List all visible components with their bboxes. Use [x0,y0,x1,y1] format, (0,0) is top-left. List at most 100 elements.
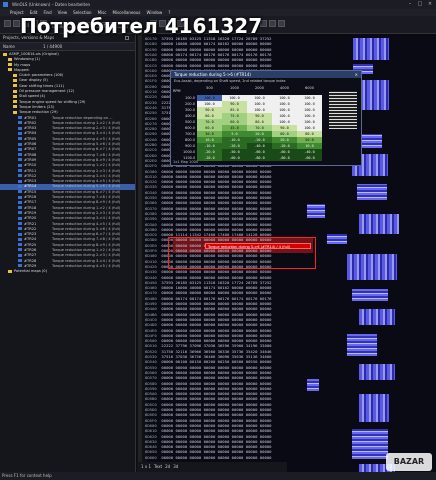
map-thumbnail[interactable] [327,234,347,244]
settings-icon[interactable] [269,20,276,27]
hex-address: 6D450 [145,279,157,285]
map-file-icon [18,169,22,173]
map-thumbnail[interactable] [359,394,389,422]
column-header[interactable]: Name [0,43,40,50]
tree-columns: Name 1 / 44900 [0,43,135,51]
folder-icon [13,100,17,104]
open-icon[interactable] [4,20,11,27]
close-icon[interactable]: × [426,1,434,7]
tree-item-label: Gear shifting times (111) [19,83,65,88]
hex-address: 6D4F0 [145,332,157,338]
tree-item-label: Clutch parameters (106) [19,73,64,78]
tree-item-label: #TR13 [24,179,37,184]
map-cell[interactable]: -80.0 [247,155,272,161]
map-x-tick: 2000 [255,86,264,90]
map-thumbnail[interactable] [347,334,377,356]
hex-values: 00000 00000 00000 00000 00000 00000 0000… [161,433,272,439]
hex-address: 6D630 [145,438,157,444]
hex-address: 6D1E0 [145,73,157,79]
hex-address: 6D400 [145,253,157,259]
map-file-icon [18,116,22,120]
map-cell[interactable]: -60.0 [297,155,322,161]
help-icon[interactable] [278,20,285,27]
folder-icon [3,52,7,56]
hex-address: 6D3D0 [145,237,157,243]
hex-address: 6D570 [145,375,157,381]
hex-values: 00000 00000 00000 00000 00000 00000 0000… [161,417,272,423]
hex-address: 6D490 [145,301,157,306]
map-thumbnail[interactable] [353,38,389,60]
map-x-tick: 500 [206,86,213,90]
hex-values: 00000 10000 40000 00174 00162 00000 0000… [161,41,272,47]
tree-item-label: Windowing (1) [14,57,40,62]
hex-address: 6D3E0 [145,242,157,248]
close-icon[interactable]: × [355,71,358,78]
minimize-icon[interactable]: – [406,1,414,7]
column-header[interactable]: 1 / 44900 [40,43,62,50]
hex-row[interactable]: 6D660 00000 00000 00000 00000 00000 0000… [145,455,272,460]
hex-values: 00000 00000 00000 00000 00000 00000 0000… [161,454,272,460]
hex-values: 00000 00000 00000 00000 00000 00000 0000… [161,301,272,306]
hex-values: 22222 37796 37096 37036 36596 35900 3419… [161,343,272,349]
tree-item-label: #TR04 [24,131,37,136]
view-tab[interactable]: 1 x 1 [141,462,151,472]
map-thumbnail[interactable] [359,309,395,325]
map-thumbnail[interactable] [357,184,387,200]
view-tab[interactable]: Text [154,462,162,472]
hex-address: 6D3C0 [145,232,157,238]
hex-address: 6D330 [145,184,157,190]
map-thumbnail[interactable] [307,204,325,218]
view-tab[interactable]: 2d [165,462,170,472]
map-cell[interactable]: -20.0 [197,155,222,161]
map-thumbnail[interactable] [359,364,395,380]
map-thumbnail[interactable] [307,379,319,391]
hex-address: 6D2D0 [145,152,157,158]
hex-values: 00000 00000 00000 00000 00000 00000 0000… [161,274,272,280]
tree-item-label: Torque engine speed for shifting (29) [19,99,86,104]
hex-values: 00000 00000 00000 00000 00000 00000 0000… [161,444,272,450]
hex-values: 00000 00000 00000 00000 00000 00000 0000… [161,189,272,195]
hex-address: 6D180 [145,41,157,47]
hex-address: 6D5F0 [145,417,157,423]
window-title: WinOLS (Unknown) – Daten bearbeiten [12,2,91,7]
save-icon[interactable] [13,20,20,27]
map-file-icon [18,232,22,236]
hex-values: 00000 00000 00000 00000 00000 00000 0000… [161,385,272,391]
tree-item-label: #TR20 [24,216,37,221]
map-file-icon [18,179,22,183]
hex-address: 6D1F0 [145,78,157,84]
hex-values: 00000 00000 00000 00000 00000 00000 0000… [161,412,272,418]
map-thumbnail[interactable] [352,429,388,459]
map-tooltip: Torque reduction during 5->6 (#TR14) / 4… [205,243,311,249]
folder-icon [13,78,17,82]
folder-icon [8,63,12,67]
selection-outline [168,237,316,269]
folder-icon [8,57,12,61]
map-thumbnail[interactable] [352,289,388,301]
map-cell[interactable]: -60.0 [222,155,247,161]
tree-item-label: ASMP_100814.ols (Original) [9,52,59,56]
map-file-icon [18,216,22,220]
maximize-icon[interactable]: □ [416,1,424,7]
vertical-scrollbar[interactable] [138,34,142,472]
tree-item-label: #TR16 [24,195,37,200]
map-thumbnail[interactable] [359,214,399,234]
hex-values: 00000 00000 00000 00000 00000 00000 0000… [161,364,272,370]
tree-item[interactable]: Potential maps (0) [0,269,135,274]
view-tab[interactable]: 3d [173,462,178,472]
hex-address: 6D240 [145,104,157,110]
hex-values: 00000 00000 00000 00000 00000 00000 0000… [161,62,272,68]
project-tree: ASMP_100814.ols (Original) Windowing (1) M… [0,51,135,274]
hex-address: 6D620 [145,433,157,439]
tree-item-label: #TR25 [24,242,37,247]
hex-values: 00000 00000 00000 00000 00000 00000 0000… [161,422,272,428]
tree-item-label: My maps [14,62,31,67]
map-thumbnail[interactable] [347,254,397,280]
hex-address: 6D300 [145,168,157,174]
map-file-icon [18,222,22,225]
hex-address: 6D3A0 [145,221,157,227]
hex-values: 00000 00000 00000 00000 00000 00000 0000… [161,380,272,386]
map-cell[interactable]: -80.0 [272,155,297,161]
hex-address: 6D460 [145,285,157,291]
hex-address: 6D340 [145,189,157,195]
